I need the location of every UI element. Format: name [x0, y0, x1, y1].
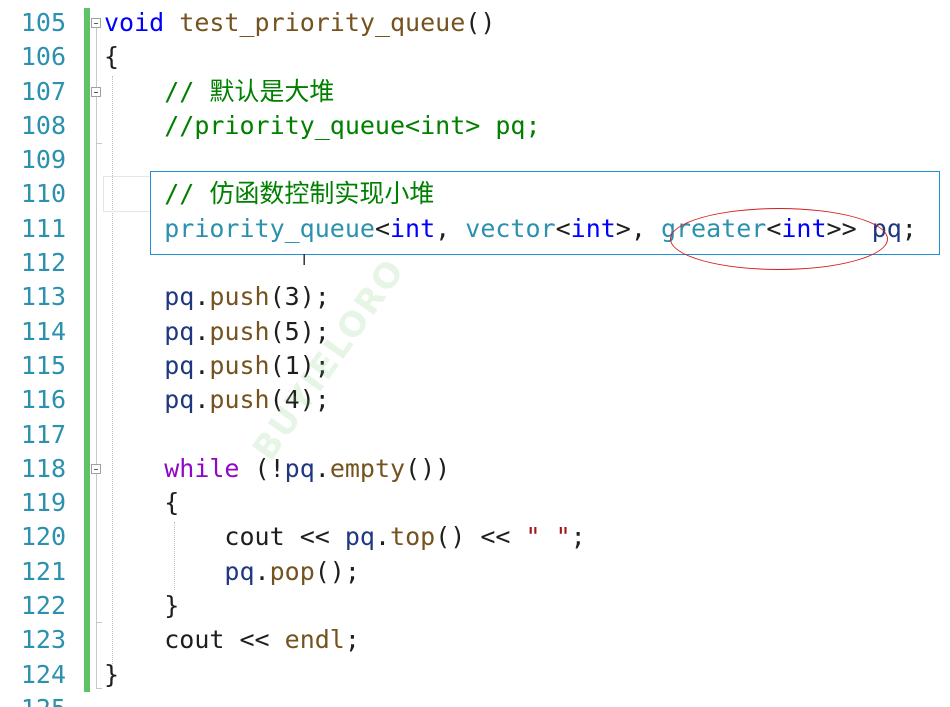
punctuation: .: [194, 316, 210, 346]
comment: // 默认是大堆: [164, 76, 335, 106]
collapse-function-icon[interactable]: [91, 18, 101, 28]
code-line-108: //priority_queue<int> pq;: [104, 109, 950, 143]
line-number: 119: [20, 488, 66, 518]
variable: pq: [164, 350, 195, 380]
line-number: 117: [20, 419, 66, 449]
code-line-118: while (!pq.empty()): [104, 452, 950, 486]
collapse-while-icon[interactable]: [91, 464, 101, 474]
code-line-121: pq.pop();: [104, 555, 950, 589]
line-number: 124: [20, 659, 66, 689]
brace: {: [164, 488, 180, 518]
punctuation: (): [435, 522, 466, 552]
line-number: 122: [20, 591, 66, 621]
punctuation: .: [194, 282, 210, 312]
identifier: cout: [164, 625, 225, 655]
line-number: 118: [20, 453, 66, 483]
punctuation: .: [314, 453, 330, 483]
variable: pq: [284, 453, 315, 483]
line-number: 110: [20, 179, 66, 209]
code-line-116: pq.push(4);: [104, 383, 950, 417]
line-number: 115: [20, 350, 66, 380]
punctuation: .: [194, 385, 210, 415]
fold-guide-line: [96, 28, 97, 688]
comment: //priority_queue<int> pq;: [164, 110, 541, 140]
variable: pq: [164, 282, 195, 312]
line-number-gutter: 105 106 107 108 109 110 111 112 113 114 …: [0, 6, 66, 692]
line-number: 109: [20, 145, 66, 175]
line-number: 105: [20, 8, 66, 37]
line-number: 111: [20, 213, 66, 243]
line-number: 120: [20, 522, 66, 552]
punctuation: ();: [314, 556, 360, 586]
fold-end-marker: [96, 143, 102, 144]
function-name: empty: [329, 453, 406, 483]
variable: pq: [164, 385, 195, 415]
punctuation: ;: [570, 522, 586, 552]
operator: <<: [224, 625, 285, 655]
identifier: cout: [224, 522, 285, 552]
brace: }: [104, 659, 120, 689]
variable: pq: [344, 522, 375, 552]
control-keyword: while: [164, 453, 240, 483]
variable: pq: [224, 556, 255, 586]
code-area[interactable]: void test_priority_queue() { // 默认是大堆 //…: [104, 6, 950, 692]
text-cursor-icon: I: [302, 251, 307, 269]
line-number: 113: [20, 282, 66, 312]
punctuation: .: [374, 522, 391, 552]
code-line-119: {: [104, 486, 950, 520]
punctuation: ()): [405, 453, 451, 483]
punctuation: (3);: [269, 282, 330, 312]
brace: }: [164, 591, 180, 621]
function-name: test_priority_queue: [179, 8, 466, 37]
code-line-107: // 默认是大堆: [104, 75, 950, 109]
function-name: push: [209, 282, 270, 312]
function-name: push: [209, 316, 270, 346]
line-number: 106: [20, 42, 66, 72]
function-name: endl: [284, 625, 345, 655]
string-literal: " ": [525, 522, 571, 552]
fold-end-marker: [96, 622, 102, 623]
line-number: 107: [20, 76, 66, 106]
function-name: push: [209, 350, 270, 380]
code-editor[interactable]: 105 106 107 108 109 110 111 112 113 114 …: [0, 0, 950, 707]
variable: pq: [164, 316, 195, 346]
fold-end-marker: [96, 688, 102, 689]
change-tracking-bar: [84, 8, 90, 692]
punctuation: (): [465, 8, 496, 37]
code-line-113: pq.push(3);: [104, 280, 950, 314]
brace: {: [104, 42, 120, 72]
code-line-105: void test_priority_queue(): [104, 6, 950, 40]
punctuation: .: [254, 556, 270, 586]
function-name: pop: [269, 556, 315, 586]
function-name: top: [390, 522, 436, 552]
line-number: 108: [20, 110, 66, 140]
code-line-106: {: [104, 40, 950, 74]
collapse-comment-icon[interactable]: [91, 87, 101, 97]
annotation-circle: [670, 208, 888, 270]
line-number: 121: [20, 556, 66, 586]
line-number: 114: [20, 316, 66, 346]
operator: <<: [465, 522, 526, 552]
code-line-120: cout << pq.top() << " ";: [104, 520, 950, 554]
code-line-115: pq.push(1);: [104, 349, 950, 383]
code-line-124: }: [104, 658, 950, 692]
punctuation: ;: [344, 625, 360, 655]
line-number-partial: 125: [0, 696, 66, 707]
function-name: push: [209, 385, 270, 415]
operator: <<: [284, 522, 345, 552]
line-number: 116: [20, 385, 66, 415]
code-line-123: cout << endl;: [104, 623, 950, 657]
code-line-122: }: [104, 589, 950, 623]
line-number: 123: [20, 625, 66, 655]
keyword: void: [104, 8, 165, 37]
punctuation: .: [194, 350, 210, 380]
code-line-114: pq.push(5);: [104, 315, 950, 349]
line-number: 112: [20, 248, 66, 278]
